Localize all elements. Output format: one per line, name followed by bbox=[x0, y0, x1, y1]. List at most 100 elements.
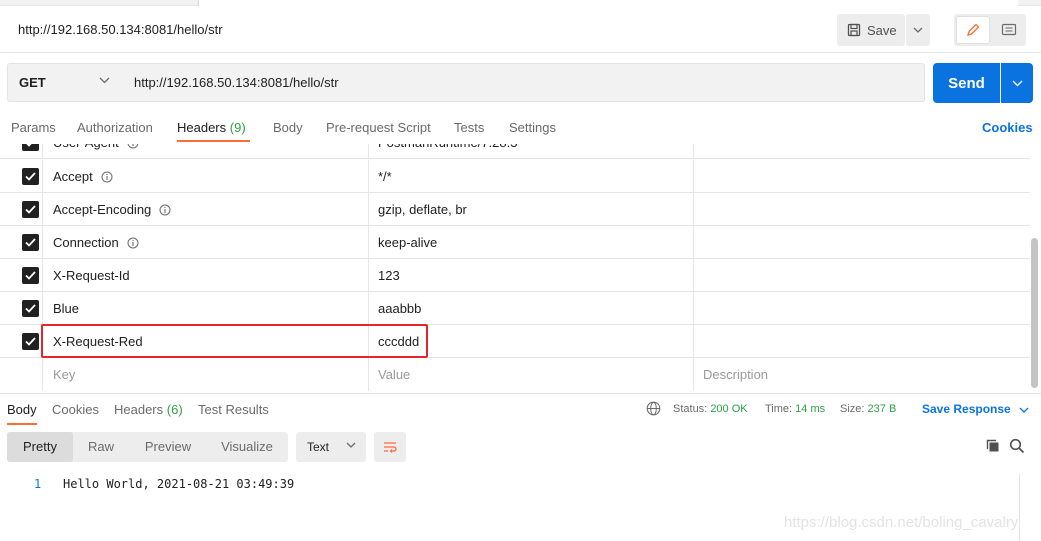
save-response-button[interactable]: Save Response bbox=[922, 402, 1029, 416]
response-tab-test-results[interactable]: Test Results bbox=[198, 402, 269, 417]
request-title[interactable]: http://192.168.50.134:8081/hello/str bbox=[18, 22, 223, 37]
header-description[interactable] bbox=[694, 144, 1030, 159]
tab-body[interactable]: Body bbox=[273, 120, 303, 135]
active-response-tab-indicator bbox=[7, 423, 37, 425]
search-icon[interactable] bbox=[1009, 438, 1025, 454]
header-description[interactable] bbox=[694, 226, 1030, 259]
line-number: 1 bbox=[34, 477, 42, 491]
table-row: Connection keep-alive bbox=[0, 226, 1030, 259]
row-checkbox[interactable] bbox=[22, 234, 39, 251]
comment-icon bbox=[1001, 23, 1017, 36]
new-header-row: Key Value Description bbox=[0, 358, 1030, 391]
header-key: Accept bbox=[53, 169, 93, 184]
save-icon bbox=[847, 23, 861, 37]
info-icon[interactable] bbox=[159, 204, 171, 216]
header-value[interactable]: PostmanRuntime/7.28.3 bbox=[369, 144, 694, 159]
active-tab-edge bbox=[198, 0, 1018, 6]
header-key-cell[interactable]: Blue bbox=[43, 292, 369, 325]
size-value: 237 B bbox=[867, 403, 897, 415]
request-tabs: Params Authorization Headers (9) Body Pr… bbox=[0, 112, 1041, 144]
response-tab-headers-label: Headers bbox=[114, 402, 164, 417]
format-select[interactable]: Text bbox=[296, 432, 366, 462]
row-checkbox[interactable] bbox=[22, 201, 39, 218]
watermark: https://blog.csdn.net/boling_cavalry bbox=[784, 514, 1019, 531]
response-tab-body[interactable]: Body bbox=[7, 402, 37, 417]
header-value[interactable]: */* bbox=[369, 160, 694, 193]
tab-authorization[interactable]: Authorization bbox=[77, 120, 153, 135]
time-value: 14 ms bbox=[795, 403, 826, 415]
new-description-input[interactable]: Description bbox=[694, 358, 1030, 391]
send-options-button[interactable] bbox=[1001, 63, 1033, 103]
row-checkbox[interactable] bbox=[22, 168, 39, 185]
highlight-annotation bbox=[41, 324, 428, 358]
header-value[interactable]: 123 bbox=[369, 259, 694, 292]
info-icon[interactable] bbox=[127, 144, 139, 149]
globe-icon[interactable] bbox=[646, 401, 661, 416]
info-icon[interactable] bbox=[127, 237, 139, 249]
header-key-cell[interactable]: Accept bbox=[43, 160, 369, 193]
tab-headers-count: (9) bbox=[229, 120, 246, 135]
view-pretty-button[interactable]: Pretty bbox=[7, 432, 73, 462]
header-key-cell[interactable]: User-Agent bbox=[43, 144, 369, 159]
method-select[interactable]: GET bbox=[7, 63, 123, 102]
tab-headers-label: Headers bbox=[177, 120, 227, 135]
pencil-icon bbox=[967, 23, 980, 36]
header-value[interactable]: keep-alive bbox=[369, 226, 694, 259]
view-preview-button[interactable]: Preview bbox=[133, 432, 203, 462]
header-key: User-Agent bbox=[53, 144, 119, 159]
response-tab-cookies[interactable]: Cookies bbox=[52, 402, 99, 417]
header-description[interactable] bbox=[694, 292, 1030, 325]
response-body-text[interactable]: Hello World, 2021-08-21 03:49:39 bbox=[63, 477, 294, 491]
header-key-cell[interactable]: Connection bbox=[43, 226, 369, 259]
comments-button[interactable] bbox=[994, 16, 1024, 44]
tab-pre-request-script[interactable]: Pre-request Script bbox=[326, 120, 431, 135]
send-button[interactable]: Send bbox=[933, 63, 1000, 103]
row-checkbox[interactable] bbox=[22, 267, 39, 284]
request-title-bar: http://192.168.50.134:8081/hello/str Sav… bbox=[0, 7, 1041, 53]
check-icon bbox=[25, 238, 36, 247]
header-description[interactable] bbox=[694, 193, 1030, 226]
copy-icon[interactable] bbox=[985, 438, 1001, 454]
header-value[interactable]: gzip, deflate, br bbox=[369, 193, 694, 226]
table-row: User-Agent PostmanRuntime/7.28.3 bbox=[0, 144, 1030, 159]
wrap-lines-icon bbox=[384, 442, 397, 453]
header-key: X-Request-Id bbox=[53, 268, 130, 283]
header-description[interactable] bbox=[694, 325, 1030, 358]
check-icon bbox=[25, 172, 36, 181]
url-input[interactable]: http://192.168.50.134:8081/hello/str bbox=[122, 63, 925, 102]
table-row: Accept */* bbox=[0, 160, 1030, 193]
tab-params[interactable]: Params bbox=[11, 120, 56, 135]
new-key-input[interactable]: Key bbox=[43, 358, 369, 391]
tab-headers[interactable]: Headers (9) bbox=[177, 120, 246, 135]
response-scrollbar[interactable] bbox=[1019, 474, 1033, 541]
view-visualize-button[interactable]: Visualize bbox=[209, 432, 285, 462]
chevron-down-icon bbox=[1012, 80, 1022, 86]
status-label: Status: bbox=[673, 403, 708, 415]
edit-mode-button[interactable] bbox=[956, 16, 990, 44]
view-raw-button[interactable]: Raw bbox=[73, 432, 129, 462]
view-mode-toggle bbox=[954, 14, 1026, 46]
header-key-cell[interactable]: Accept-Encoding bbox=[43, 193, 369, 226]
header-key: Blue bbox=[53, 301, 80, 316]
header-description[interactable] bbox=[694, 259, 1030, 292]
new-value-input[interactable]: Value bbox=[369, 358, 694, 391]
cookies-link[interactable]: Cookies bbox=[982, 120, 1033, 135]
tab-tests[interactable]: Tests bbox=[454, 120, 484, 135]
wrap-lines-button[interactable] bbox=[374, 432, 406, 462]
tab-settings[interactable]: Settings bbox=[509, 120, 556, 135]
row-checkbox[interactable] bbox=[22, 300, 39, 317]
save-options-button[interactable] bbox=[906, 14, 930, 46]
header-key-cell[interactable]: X-Request-Id bbox=[43, 259, 369, 292]
size-readout: Size: 237 B bbox=[840, 403, 896, 415]
row-checkbox[interactable] bbox=[22, 333, 39, 350]
size-label: Size: bbox=[840, 403, 865, 415]
save-response-label: Save Response bbox=[922, 402, 1011, 416]
header-value[interactable]: aaabbb bbox=[369, 292, 694, 325]
header-description[interactable] bbox=[694, 160, 1030, 193]
info-icon[interactable] bbox=[101, 171, 113, 183]
row-checkbox[interactable] bbox=[22, 144, 39, 151]
response-tab-headers[interactable]: Headers (6) bbox=[114, 402, 183, 417]
save-button[interactable]: Save bbox=[837, 14, 905, 46]
scrollbar-thumb[interactable] bbox=[1031, 238, 1038, 388]
time-label: Time: bbox=[765, 403, 793, 415]
